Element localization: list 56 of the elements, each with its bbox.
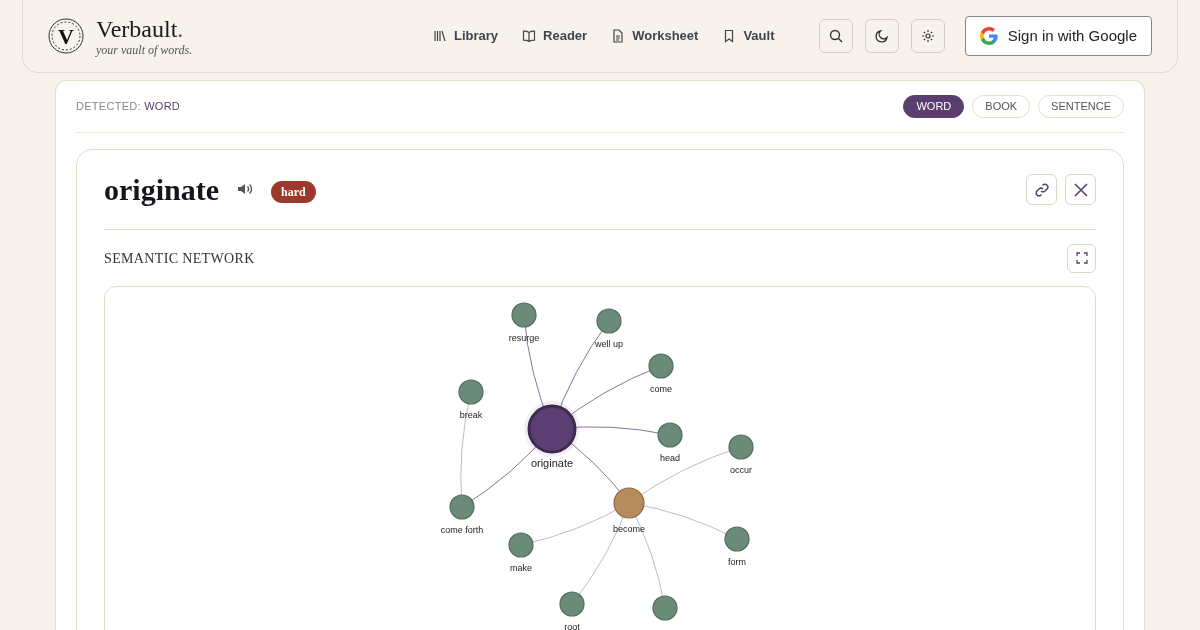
brand-name: Verbault.	[96, 16, 185, 41]
settings-button[interactable]	[910, 19, 945, 53]
nav-link[interactable]: Library	[433, 26, 499, 46]
nav-link[interactable]: Worksheet	[611, 26, 699, 46]
graph-node[interactable]	[652, 595, 678, 621]
graph-node[interactable]	[511, 302, 537, 328]
google-sign-in-button[interactable]: Sign in with Google	[964, 16, 1152, 56]
section-title: SEMANTIC NETWORK	[104, 249, 255, 268]
detected-label: DETECTED: WORD	[76, 99, 181, 115]
node-label: come forth	[440, 525, 484, 535]
graph-node[interactable]	[458, 379, 484, 405]
node-label: come	[650, 384, 672, 394]
graph-node[interactable]	[508, 532, 534, 558]
nav-link[interactable]: Reader	[522, 26, 588, 46]
document-icon	[611, 29, 626, 43]
node-label: well up	[595, 339, 623, 349]
graph-node[interactable]	[559, 591, 585, 617]
x-logo-icon	[1073, 182, 1088, 197]
google-logo-icon	[979, 27, 998, 45]
mode-tab[interactable]: WORD	[903, 95, 965, 118]
moon-icon	[874, 29, 889, 43]
share-x-button[interactable]	[1065, 174, 1096, 205]
graph-node[interactable]	[724, 526, 750, 552]
node-label: make	[510, 563, 532, 573]
brand-tagline: your vault of words.	[96, 43, 193, 56]
link-icon	[1033, 181, 1050, 198]
settings-icon	[920, 29, 935, 43]
search-button[interactable]	[818, 19, 853, 53]
nav-link[interactable]: Vault	[722, 26, 775, 46]
search-icon	[828, 29, 843, 43]
copy-link-button[interactable]	[1026, 174, 1057, 205]
graph-node[interactable]	[527, 404, 577, 454]
logo-icon: V	[48, 18, 84, 54]
difficulty-badge: hard	[271, 180, 316, 203]
pronounce-button[interactable]	[237, 181, 253, 196]
graph-node[interactable]	[728, 434, 754, 460]
graph-node[interactable]	[449, 494, 475, 520]
node-label: root	[564, 622, 580, 630]
node-label: originate	[530, 457, 574, 469]
speaker-icon	[237, 181, 253, 196]
fullscreen-button[interactable]	[1067, 243, 1096, 273]
word-title: originate	[104, 172, 219, 208]
graph-node[interactable]	[613, 487, 645, 519]
graph-node[interactable]	[648, 353, 674, 379]
graph-node[interactable]	[657, 422, 683, 448]
node-label: occur	[730, 465, 752, 475]
theme-toggle-button[interactable]	[864, 19, 899, 53]
expand-icon	[1075, 252, 1088, 264]
book-icon	[522, 29, 537, 43]
graph-node[interactable]	[596, 308, 622, 334]
node-label: head	[660, 453, 680, 463]
node-label: form	[728, 557, 746, 567]
node-label: become	[613, 524, 645, 534]
node-label: resurge	[508, 333, 540, 343]
node-label: break	[459, 410, 483, 420]
books-icon	[433, 29, 447, 43]
